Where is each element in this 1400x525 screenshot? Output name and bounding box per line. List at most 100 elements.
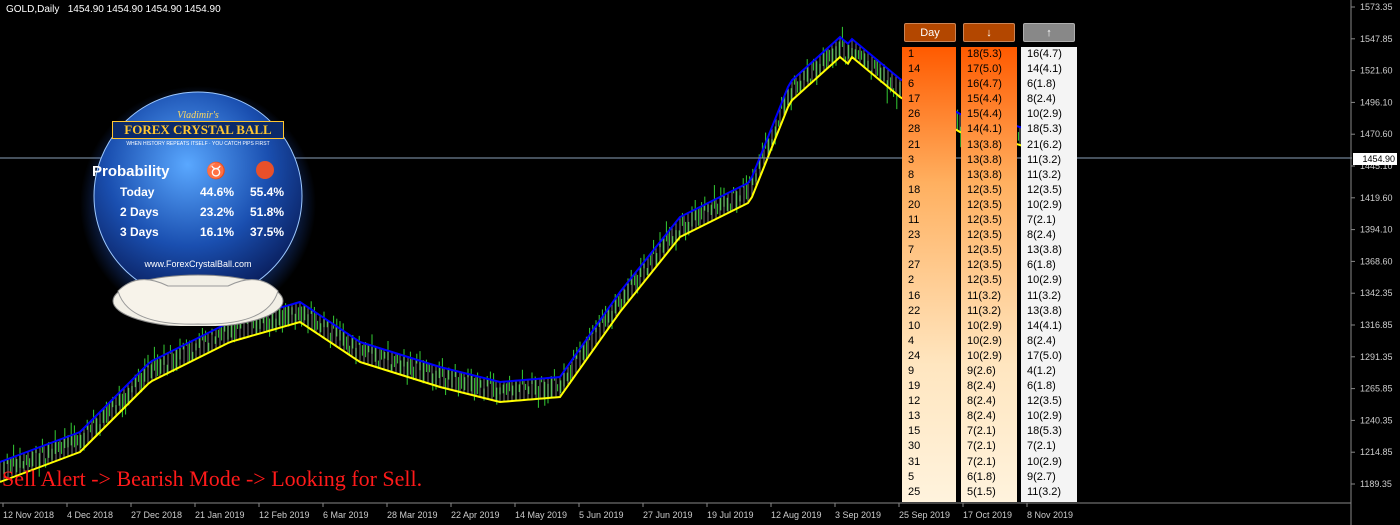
probability-title: Probability	[92, 163, 170, 180]
bear-value: 37.5%	[250, 225, 285, 239]
table-cell: 31	[908, 455, 921, 468]
date-tick: 12 Feb 2019	[259, 510, 310, 520]
table-cell: 5(1.5)	[967, 485, 996, 498]
table-cell: 16	[908, 289, 921, 302]
row-label: 3 Days	[120, 225, 159, 239]
table-cell: 5(1.5)	[961, 500, 1017, 502]
table-cell: 8(2.4)	[1027, 93, 1056, 106]
probability-row: Today 44.6% 55.4%	[88, 185, 308, 205]
table-cell: 11(3.2)	[1027, 289, 1062, 302]
price-tick: 1496.10	[1360, 97, 1393, 107]
bear-value: 55.4%	[250, 185, 285, 199]
table-cell: 8	[908, 168, 915, 181]
table-cell: 7(2.1)	[967, 425, 996, 438]
bull-value: 23.2%	[200, 205, 235, 219]
table-cell: 30	[908, 440, 921, 453]
price-tick: 1316.85	[1360, 320, 1393, 330]
table-cell: 14(4.1)	[967, 123, 1002, 136]
table-cell: 8(2.4)	[967, 410, 996, 423]
table-cell: 7	[908, 244, 915, 257]
date-tick: 27 Dec 2018	[131, 510, 182, 520]
bull-value: 16.1%	[200, 225, 235, 239]
ball-tagline: WHEN HISTORY REPEATS ITSELF · YOU CATCH …	[126, 141, 270, 147]
price-tick: 1470.60	[1360, 129, 1393, 139]
probability-rows: Today 44.6% 55.4% 2 Days 23.2% 51.8% 3 Days 16.…	[88, 185, 308, 245]
table-cell: 21(6.2)	[1027, 138, 1062, 151]
date-tick: 28 Mar 2019	[387, 510, 438, 520]
ohlc-values: 1454.90 1454.90 1454.90 1454.90	[67, 4, 221, 15]
table-cell: 17(5.0)	[967, 63, 1002, 76]
table-cell: 10(2.9)	[967, 319, 1002, 332]
table-cell: 11(3.2)	[1027, 485, 1062, 498]
date-tick: 27 Jun 2019	[643, 510, 693, 520]
ball-website[interactable]: www.ForexCrystalBall.com	[88, 259, 308, 269]
ball-author: Vladimir's	[177, 110, 219, 121]
table-cell: 8(2.4)	[967, 380, 996, 393]
price-tick: 1342.35	[1360, 288, 1393, 298]
table-cell: 12(3.5)	[967, 244, 1002, 257]
price-tick: 1573.35	[1360, 2, 1393, 12]
date-tick: 21 Jan 2019	[195, 510, 245, 520]
table-cell: 20	[908, 198, 921, 211]
date-tick: 5 Jun 2019	[579, 510, 624, 520]
price-tick: 1419.60	[1360, 193, 1393, 203]
table-cell: 18(5.3)	[1027, 425, 1062, 438]
date-tick: 17 Oct 2019	[963, 510, 1012, 520]
date-tick: 3 Sep 2019	[835, 510, 881, 520]
table-cell: 11(3.2)	[1027, 153, 1062, 166]
table-cell: 29	[902, 500, 956, 502]
table-cell: 10(2.9)	[1027, 410, 1062, 423]
table-cell: 15(4.4)	[967, 93, 1002, 106]
table-cell: 2	[908, 274, 915, 287]
day-column-header[interactable]: Day	[904, 23, 956, 42]
table-cell: 12(3.5)	[967, 274, 1002, 287]
table-cell: 10(2.9)	[967, 349, 1002, 362]
table-cell: 5	[908, 470, 915, 483]
price-tick: 1291.35	[1360, 352, 1393, 362]
price-tick: 1240.35	[1360, 415, 1393, 425]
probability-row: 3 Days 16.1% 37.5%	[88, 225, 308, 245]
table-cell: 9	[908, 364, 915, 377]
table-cell: 27	[908, 259, 921, 272]
row-label: Today	[120, 185, 155, 199]
table-cell: 11(3.2)	[1027, 168, 1062, 181]
table-cell: 7(2.1)	[1027, 214, 1056, 227]
table-cell: 12(3.5)	[967, 183, 1002, 196]
table-cell: 17(5.0)	[1027, 349, 1062, 362]
table-cell: 14	[908, 63, 921, 76]
table-cell: 12	[908, 395, 921, 408]
table-cell: 10(2.9)	[1027, 455, 1062, 468]
table-cell: 8(2.4)	[1027, 229, 1056, 242]
crystal-ball-content: Vladimir's FOREX CRYSTAL BALL WHEN HISTO…	[88, 110, 308, 269]
up-column-header[interactable]: ↑	[1023, 23, 1075, 42]
row-label: 2 Days	[120, 205, 159, 219]
table-cell: 18(5.3)	[967, 48, 1002, 60]
date-tick: 12 Nov 2018	[3, 510, 54, 520]
sell-alert-text: Sell Alert -> Bearish Mode -> Looking fo…	[2, 466, 423, 491]
table-cell: 11(3.2)	[967, 289, 1002, 302]
table-cell: 13(3.8)	[967, 138, 1002, 151]
bear-value: 51.8%	[250, 205, 285, 219]
table-cell: 23	[908, 229, 921, 242]
table-cell: 11(3.2)	[967, 304, 1002, 317]
date-tick: 12 Aug 2019	[771, 510, 822, 520]
day-column: 1 14 6 17 26 28 21 3 8 18 20 11 23 7 27 2 16 22 10 4 24 9 19 12…	[902, 47, 956, 502]
ball-brand: FOREX CRYSTAL BALL	[112, 121, 284, 139]
table-cell: 25	[908, 485, 921, 498]
price-tick: 1189.35	[1360, 479, 1392, 489]
table-cell: 8(2.4)	[1027, 334, 1056, 347]
table-cell: 18(5.3)	[1027, 123, 1062, 136]
table-cell: 10(2.9)	[1027, 274, 1062, 287]
table-cell: 12(3.5)	[967, 229, 1002, 242]
table-cell: 1	[908, 48, 915, 60]
table-cell: 12(3.5)	[1027, 183, 1062, 196]
table-cell: 8(2.4)	[1021, 500, 1077, 502]
table-cell: 7(2.1)	[967, 440, 996, 453]
table-cell: 16(4.7)	[1027, 48, 1062, 60]
table-cell: 12(3.5)	[967, 198, 1002, 211]
bull-value: 44.6%	[200, 185, 235, 199]
table-cell: 6(1.8)	[1027, 259, 1056, 272]
down-column-header[interactable]: ↓	[963, 23, 1015, 42]
table-cell: 19	[908, 380, 921, 393]
table-cell: 13(3.8)	[1027, 304, 1062, 317]
